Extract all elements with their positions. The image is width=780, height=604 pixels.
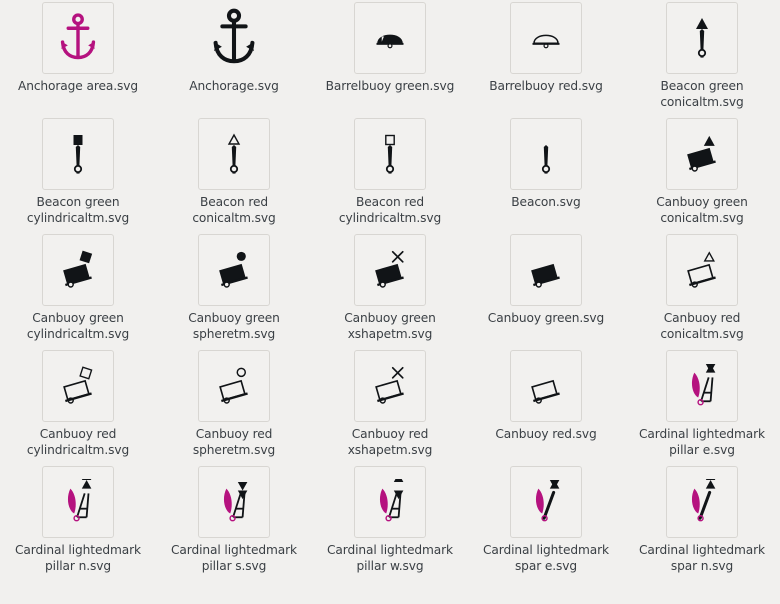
file-item[interactable]: Canbuoy red spheretm.svg [156, 348, 312, 464]
file-item[interactable]: Beacon red cylindricaltm.svg [312, 116, 468, 232]
canbuoy-xshape-outline-icon[interactable] [354, 350, 426, 422]
file-label: Canbuoy green.svg [487, 311, 605, 325]
beacon-plain-icon[interactable] [510, 118, 582, 190]
canbuoy-conical-outline-icon[interactable] [666, 234, 738, 306]
cardinal-pillar-w-icon[interactable] [354, 466, 426, 538]
icon-grid[interactable]: Anchorage area.svg Anchorage.svg Barrelbuo… [0, 0, 780, 580]
file-item[interactable]: Canbuoy green spheretm.svg [156, 232, 312, 348]
canbuoy-conical-filled-icon[interactable] [666, 118, 738, 190]
file-item[interactable]: Cardinal lightedmark spar n.svg [624, 464, 780, 580]
file-item[interactable]: Canbuoy green cylindricaltm.svg [0, 232, 156, 348]
file-item[interactable]: Beacon green cylindricaltm.svg [0, 116, 156, 232]
canbuoy-xshape-filled-icon[interactable] [354, 234, 426, 306]
file-item[interactable]: Canbuoy red conicaltm.svg [624, 232, 780, 348]
file-label: Cardinal lightedmark spar e.svg [482, 543, 609, 573]
canbuoy-sphere-outline-icon[interactable] [198, 350, 270, 422]
file-label: Beacon.svg [511, 195, 581, 209]
file-item[interactable]: Beacon red conicaltm.svg [156, 116, 312, 232]
file-label: Beacon red cylindricaltm.svg [338, 195, 442, 225]
canbuoy-cylindrical-outline-icon[interactable] [42, 350, 114, 422]
beacon-cylindrical-filled-icon[interactable] [42, 118, 114, 190]
file-item[interactable]: Canbuoy green conicaltm.svg [624, 116, 780, 232]
file-item[interactable]: Beacon.svg [468, 116, 624, 232]
anchor-black-icon[interactable] [198, 2, 270, 74]
barrelbuoy-filled-icon[interactable] [354, 2, 426, 74]
file-label: Canbuoy green spheretm.svg [188, 311, 280, 341]
file-item[interactable]: Cardinal lightedmark pillar n.svg [0, 464, 156, 580]
file-label: Canbuoy red.svg [495, 427, 597, 441]
file-label: Canbuoy green xshapetm.svg [344, 311, 436, 341]
cardinal-pillar-s-icon[interactable] [198, 466, 270, 538]
beacon-conical-outline-icon[interactable] [198, 118, 270, 190]
anchor-magenta-icon[interactable] [42, 2, 114, 74]
file-label: Cardinal lightedmark pillar n.svg [14, 543, 141, 573]
file-label: Canbuoy red cylindricaltm.svg [26, 427, 130, 457]
file-item[interactable]: Canbuoy red.svg [468, 348, 624, 464]
file-label: Beacon red conicaltm.svg [192, 195, 276, 225]
file-label: Cardinal lightedmark pillar s.svg [170, 543, 297, 573]
file-label: Canbuoy red xshapetm.svg [347, 427, 433, 457]
file-item[interactable]: Canbuoy green xshapetm.svg [312, 232, 468, 348]
file-label: Barrelbuoy red.svg [489, 79, 603, 93]
file-label: Canbuoy green cylindricaltm.svg [26, 311, 130, 341]
cardinal-pillar-e-icon[interactable] [666, 350, 738, 422]
file-item[interactable]: Barrelbuoy green.svg [312, 0, 468, 116]
file-item[interactable]: Beacon green conicaltm.svg [624, 0, 780, 116]
file-item[interactable]: Canbuoy red xshapetm.svg [312, 348, 468, 464]
file-label: Canbuoy red spheretm.svg [192, 427, 276, 457]
file-label: Beacon green conicaltm.svg [660, 79, 744, 109]
file-item[interactable]: Cardinal lightedmark spar e.svg [468, 464, 624, 580]
cardinal-spar-n-icon[interactable] [666, 466, 738, 538]
file-item[interactable]: Cardinal lightedmark pillar e.svg [624, 348, 780, 464]
canbuoy-plain-outline-icon[interactable] [510, 350, 582, 422]
barrelbuoy-outline-icon[interactable] [510, 2, 582, 74]
file-label: Cardinal lightedmark pillar e.svg [638, 427, 765, 457]
file-label: Canbuoy green conicaltm.svg [656, 195, 748, 225]
file-label: Cardinal lightedmark spar n.svg [638, 543, 765, 573]
canbuoy-sphere-filled-icon[interactable] [198, 234, 270, 306]
cardinal-spar-e-icon[interactable] [510, 466, 582, 538]
file-label: Barrelbuoy green.svg [325, 79, 455, 93]
file-item[interactable]: Barrelbuoy red.svg [468, 0, 624, 116]
file-label: Anchorage area.svg [17, 79, 139, 93]
file-label: Cardinal lightedmark pillar w.svg [326, 543, 453, 573]
canbuoy-plain-filled-icon[interactable] [510, 234, 582, 306]
file-label: Anchorage.svg [189, 79, 279, 93]
beacon-cylindrical-outline-icon[interactable] [354, 118, 426, 190]
file-item[interactable]: Canbuoy red cylindricaltm.svg [0, 348, 156, 464]
file-item[interactable]: Cardinal lightedmark pillar w.svg [312, 464, 468, 580]
cardinal-pillar-n-icon[interactable] [42, 466, 114, 538]
file-item[interactable]: Cardinal lightedmark pillar s.svg [156, 464, 312, 580]
beacon-conical-filled-icon[interactable] [666, 2, 738, 74]
file-item[interactable]: Anchorage area.svg [0, 0, 156, 116]
file-item[interactable]: Anchorage.svg [156, 0, 312, 116]
canbuoy-cylindrical-filled-icon[interactable] [42, 234, 114, 306]
file-item[interactable]: Canbuoy green.svg [468, 232, 624, 348]
file-label: Canbuoy red conicaltm.svg [660, 311, 744, 341]
file-label: Beacon green cylindricaltm.svg [26, 195, 130, 225]
